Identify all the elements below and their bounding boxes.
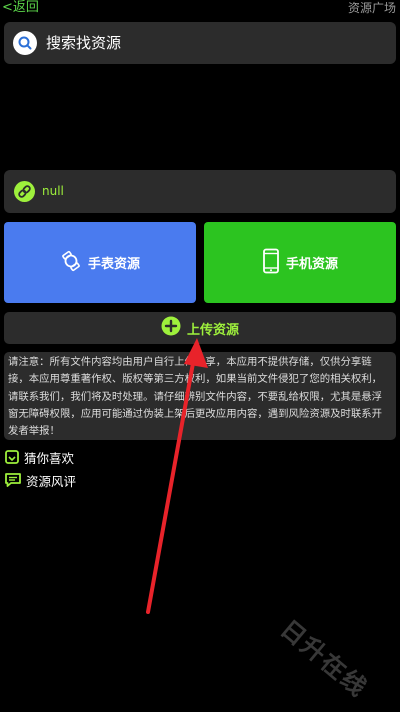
page-title: 资源广场 <box>347 1 396 15</box>
watch-icon <box>60 250 82 276</box>
search-label: 搜索找资源 <box>46 34 122 52</box>
upload-resources-button[interactable]: 上传资源 <box>4 312 396 344</box>
null-label: null <box>42 184 64 198</box>
list-item-resource-review[interactable]: 资源风评 <box>4 472 76 492</box>
null-card[interactable]: null <box>4 170 396 213</box>
search-bar[interactable]: 搜索找资源 <box>4 22 396 64</box>
link-icon <box>14 181 35 202</box>
list-item-label: 猜你喜欢 <box>24 451 75 466</box>
upload-resources-label: 上传资源 <box>186 322 239 338</box>
watch-resources-label: 手表资源 <box>87 257 140 272</box>
watermark-logo: 日升在线 <box>275 614 373 703</box>
watch-resources-button[interactable]: 手表资源 <box>4 222 196 303</box>
comment-icon <box>4 472 22 492</box>
list-item-guess-you-like[interactable]: 猜你喜欢 <box>4 449 74 469</box>
search-icon <box>13 31 37 55</box>
notice-text: 请注意：所有文件内容均由用户自行上传分享，本应用不提供存储，仅供分享链接，本应用… <box>8 356 383 438</box>
plus-circle-icon <box>161 316 181 340</box>
phone-icon <box>262 248 280 278</box>
phone-resources-button[interactable]: 手机资源 <box>204 222 396 303</box>
list-item-label: 资源风评 <box>26 474 77 489</box>
phone-resources-label: 手机资源 <box>285 257 338 272</box>
guess-icon <box>4 449 20 469</box>
top-bar: <返回 资源广场 <box>0 0 400 18</box>
notice-panel: 请注意：所有文件内容均由用户自行上传分享，本应用不提供存储，仅供分享链接，本应用… <box>4 352 396 440</box>
back-button[interactable]: <返回 <box>2 0 39 16</box>
